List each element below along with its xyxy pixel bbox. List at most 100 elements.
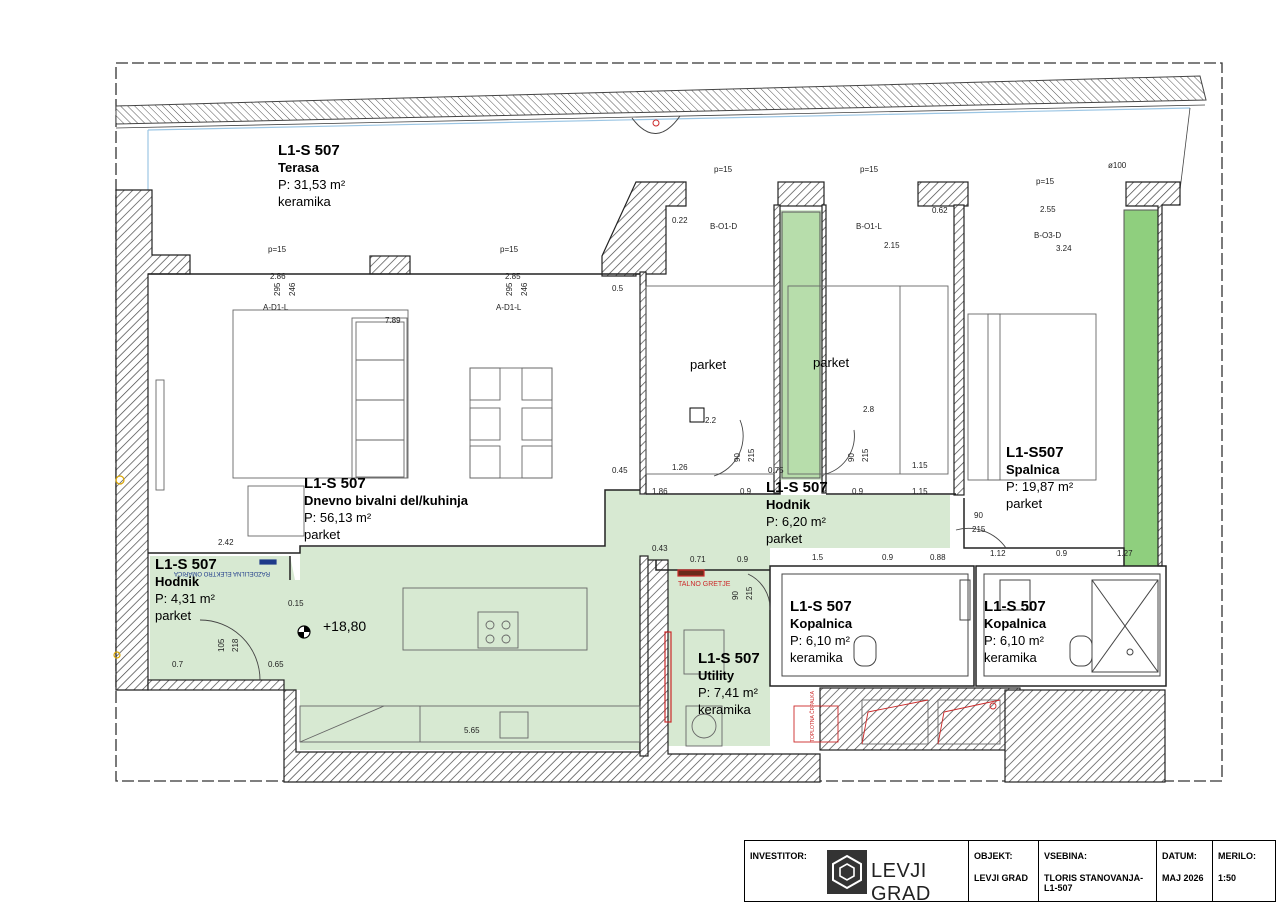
dim-text: 0.45 [612,466,628,475]
door-dim: 90 [974,511,983,520]
dim-text: 3.24 [1056,244,1072,253]
dim-text: 0.7 [172,660,184,669]
dim-text: 1.86 [652,487,668,496]
dim-text: 246 [520,282,529,296]
room-area: P: 6,10 m² [984,633,1044,648]
room-area: P: 6,20 m² [766,514,826,529]
datum-value: MAJ 2026 [1162,873,1204,883]
room-label-spalnica: L1-S507 Spalnica P: 19,87 m² parket [1006,444,1073,512]
room-area: P: 4,31 m² [155,591,215,606]
door-dim: 218 [231,638,240,652]
title-block: INVESTITOR: LEVJI GRAD OBJEKT: LEVJI GRA… [744,840,1276,905]
levji-grad-logo: LEVJI GRAD [823,848,973,905]
room-code: L1-S 507 [766,479,828,496]
room-floor: keramika [278,194,331,209]
vsebina-cell: VSEBINA: TLORIS STANOVANJA- L1-507 [1039,841,1157,901]
dim-text: 295 [505,282,514,296]
merilo-value: 1:50 [1218,873,1237,883]
door-dim: 105 [217,638,226,652]
vsebina-line-1: TLORIS STANOVANJA- [1044,873,1144,883]
room-area: P: 6,10 m² [790,633,850,648]
room-floor: keramika [698,702,751,717]
door-dim: 215 [972,525,986,534]
room-label-terasa: L1-S 507 Terasa P: 31,53 m² keramika [278,142,345,210]
door-dim: 90 [733,453,742,462]
tag-window: A-D1-L [496,303,522,312]
room-label-kopalnica-2: L1-S 507 Kopalnica P: 6,10 m² keramika [984,598,1046,666]
tag-window: A-D1-L [263,303,289,312]
dim-text: 295 [273,282,282,296]
door-dim: 90 [847,453,856,462]
dim-text: 0.5 [612,284,624,293]
stair-symbol [689,407,705,423]
dim-text: 2.55 [1040,205,1056,214]
dim-text: 0.9 [882,553,894,562]
dim-text: 0.65 [268,660,284,669]
room-area: P: 56,13 m² [304,510,372,525]
planter-right [1123,209,1159,567]
dim-text: 0.9 [1056,549,1068,558]
dim-text: 2.86 [270,272,286,281]
objekt-value: LEVJI GRAD [974,873,1029,883]
dim-text: 7.89 [385,316,401,325]
dim-text: 2.8 [863,405,875,414]
room-floor: parket [155,608,192,623]
room-name: Utility [698,668,735,683]
room-code: L1-S 507 [155,556,217,573]
dim-text: 0.22 [672,216,688,225]
investitor-label: INVESTITOR: [750,851,807,861]
door-dim: 215 [745,586,754,600]
dim-text: 1.15 [912,461,928,470]
dim-text: 0.75 [768,466,784,475]
room-area: P: 19,87 m² [1006,479,1074,494]
door-dim: 215 [747,448,756,462]
tag-talno: TALNO GRETJE [678,581,731,588]
dim-text: 2.2 [705,416,717,425]
investitor-cell: INVESTITOR: LEVJI GRAD [745,841,969,905]
room-floor: parket [304,527,341,542]
level-marker [297,625,311,639]
room-area: P: 7,41 m² [698,685,758,700]
dim-text: 1.12 [990,549,1006,558]
tag-toplotna: TOPLOTNA ČRPALKA [809,690,816,742]
dim-text: 0.43 [652,544,668,553]
dim-text: 0.71 [690,555,706,564]
room-label-kopalnica-1: L1-S 507 Kopalnica P: 6,10 m² keramika [790,598,852,666]
dim-text: 0.9 [740,487,752,496]
dim-text: 1.27 [1117,549,1133,558]
level-label: +18,80 [323,618,367,634]
room-name: Kopalnica [790,616,853,631]
room-code: L1-S 507 [790,598,852,615]
room-area: P: 31,53 m² [278,177,346,192]
room-name: Spalnica [1006,462,1060,477]
room-name: Hodnik [766,497,811,512]
room-floor: parket [766,531,803,546]
tag-p15: p=15 [714,165,733,174]
dim-text: 0.15 [288,599,304,608]
room-floor-b: parket [813,355,850,370]
tag-p15: p=15 [860,165,879,174]
door-dim: 90 [731,591,740,600]
dim-text: 2.42 [218,538,234,547]
objekt-cell: OBJEKT: LEVJI GRAD [969,841,1039,901]
vsebina-value: TLORIS STANOVANJA- L1-507 [1044,873,1143,893]
tag-p15: p=15 [1036,177,1055,186]
dim-text: 5.65 [464,726,480,735]
door-dim: 215 [861,448,870,462]
datum-label: DATUM: [1162,851,1197,861]
room-floor: keramika [790,650,843,665]
dim-text: 2.85 [505,272,521,281]
tag-d100: ø100 [1108,161,1127,170]
room-floor-a: parket [690,357,727,372]
datum-cell: DATUM: MAJ 2026 [1157,841,1213,901]
merilo-cell: MERILO: 1:50 [1213,841,1275,901]
room-label-hodnik-upper: L1-S 507 Hodnik P: 6,20 m² parket [766,479,828,547]
objekt-label: OBJEKT: [974,851,1013,861]
room-name: Terasa [278,160,319,175]
tag-window: B-O3-D [1034,231,1061,240]
tag-p15: p=15 [268,245,287,254]
logo-text: LEVJI GRAD [871,860,931,905]
room-code: L1-S 507 [984,598,1046,615]
vsebina-label: VSEBINA: [1044,851,1088,861]
dim-text: 1.5 [812,553,824,562]
